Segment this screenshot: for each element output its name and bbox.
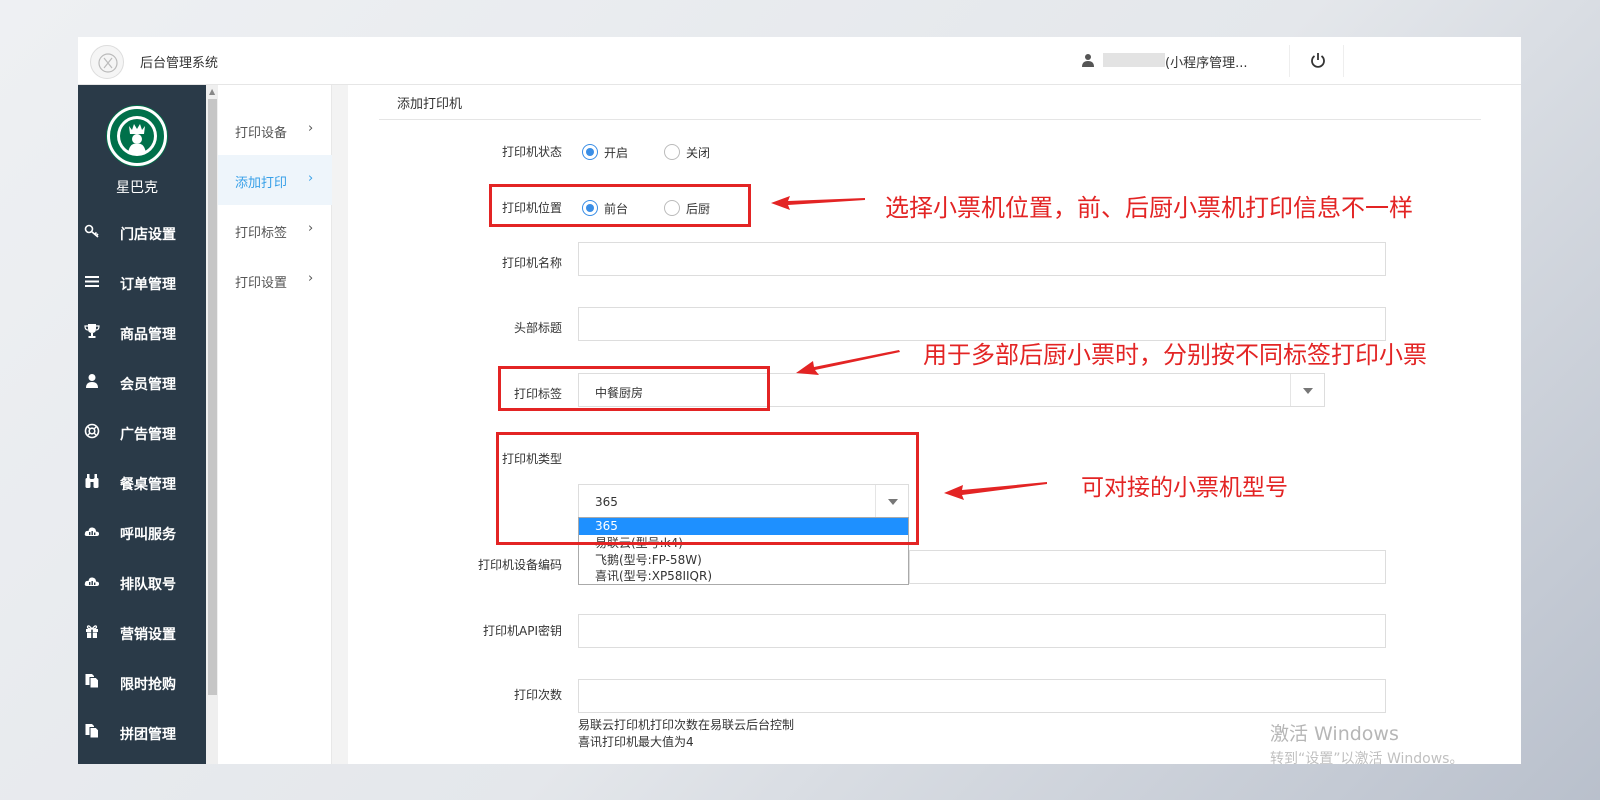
title-divider xyxy=(379,119,1481,120)
panel-gutter xyxy=(332,85,348,764)
sidebar-item-label: 餐桌管理 xyxy=(120,477,176,493)
sidebar-item-label: 营销设置 xyxy=(120,627,176,643)
sidebar: 星巴克 门店设置 订单管理 商品管理 会员管理 广告管理 餐桌管理 呼叫服务 排… xyxy=(78,85,206,764)
sidebar-item-call-service[interactable]: 呼叫服务 xyxy=(78,509,206,559)
sidebar-item-label: 会员管理 xyxy=(120,377,176,393)
sidebar-item-label: 呼叫服务 xyxy=(120,527,176,543)
sidebar-item-group-buy[interactable]: 拼团管理 xyxy=(78,709,206,759)
top-header: 后台管理系统 (小程序管理... xyxy=(78,37,1521,85)
sidebar-item-products[interactable]: 商品管理 xyxy=(78,309,206,359)
print-count-label: 打印次数 xyxy=(513,688,562,702)
status-label: 打印机状态 xyxy=(501,145,562,159)
sidebar-item-orders[interactable]: 订单管理 xyxy=(78,259,206,309)
chevron-right-icon: › xyxy=(308,221,314,236)
device-code-input[interactable] xyxy=(909,550,1386,584)
sidebar-item-label: 广告管理 xyxy=(120,427,176,443)
annotation-arrow xyxy=(796,350,900,375)
submenu-item-print-devices[interactable]: 打印设备 › xyxy=(218,105,332,155)
user-icon xyxy=(1082,54,1094,67)
annotation-tag-note: 用于多部后厨小票时，分别按不同标签打印小票 xyxy=(923,341,1427,369)
chevron-right-icon: › xyxy=(308,121,314,136)
brand-logo xyxy=(107,106,167,166)
api-key-label: 打印机API密钥 xyxy=(483,624,562,638)
sidebar-item-label: 限时抢购 xyxy=(120,677,176,693)
submenu-item-add-print[interactable]: 添加打印 › xyxy=(218,155,332,205)
sidebar-item-marketing[interactable]: 营销设置 xyxy=(78,609,206,659)
sidebar-item-label: 排队取号 xyxy=(120,577,176,593)
sidebar-item-flash-sale[interactable]: 限时抢购 xyxy=(78,659,206,709)
dropdown-option[interactable]: 喜讯(型号:XP58IIQR) xyxy=(579,568,908,585)
dropdown-option[interactable]: 飞鹅(型号:FP-58W) xyxy=(579,552,908,569)
sidebar-item-members[interactable]: 会员管理 xyxy=(78,359,206,409)
annotation-box-tag xyxy=(498,366,770,411)
sidebar-item-store-settings[interactable]: 门店设置 xyxy=(78,209,206,259)
power-icon[interactable] xyxy=(1310,52,1326,68)
header-divider xyxy=(1343,45,1344,77)
header-divider xyxy=(1289,45,1290,77)
app-title: 后台管理系统 xyxy=(140,56,219,71)
sidebar-item-label: 商品管理 xyxy=(120,327,176,343)
user-name[interactable]: (小程序管理... xyxy=(1165,52,1247,71)
app-window: 后台管理系统 (小程序管理... 星巴克 门店设置 订单管理 商品管理 会员管理… xyxy=(78,37,1521,764)
submenu-item-label: 打印标签 xyxy=(235,226,288,241)
sidebar-item-tables[interactable]: 餐桌管理 xyxy=(78,459,206,509)
windows-watermark: 激活 Windows xyxy=(1270,723,1399,745)
header-title-label: 头部标题 xyxy=(513,321,562,335)
chevron-right-icon: › xyxy=(308,171,314,186)
api-key-input[interactable] xyxy=(578,614,1386,648)
sidebar-item-label: 订单管理 xyxy=(120,277,176,293)
printer-name-input[interactable] xyxy=(578,242,1386,276)
print-count-input[interactable] xyxy=(578,679,1386,713)
sidebar-scroll-thumb[interactable] xyxy=(208,99,217,695)
status-on-radio[interactable] xyxy=(582,144,598,160)
submenu-item-label: 打印设置 xyxy=(235,276,288,291)
device-code-label: 打印机设备编码 xyxy=(477,558,562,572)
submenu: 打印设备 › 添加打印 › 打印标签 › 打印设置 › xyxy=(218,85,332,764)
page-title: 添加打印机 xyxy=(397,97,463,112)
annotation-position-note: 选择小票机位置，前、后厨小票机打印信息不一样 xyxy=(885,194,1413,222)
app-logo xyxy=(90,45,124,79)
sidebar-item-queue[interactable]: 排队取号 xyxy=(78,559,206,609)
annotation-box-type xyxy=(496,432,919,545)
annotation-arrow xyxy=(944,482,1047,500)
brand-name: 星巴克 xyxy=(116,180,158,196)
sidebar-item-ads[interactable]: 广告管理 xyxy=(78,409,206,459)
main-content: 添加打印机 打印机状态 开启 关闭 打印机位置 前台 后厨 打印机名称 头部标题… xyxy=(348,85,1521,764)
chevron-right-icon: › xyxy=(308,271,314,286)
submenu-item-label: 添加打印 xyxy=(235,176,288,191)
print-count-hint: 易联云打印机打印次数在易联云后台控制 xyxy=(578,718,795,732)
print-count-hint: 喜讯打印机最大值为4 xyxy=(578,735,694,749)
status-off-radio[interactable] xyxy=(664,144,680,160)
status-off-label: 关闭 xyxy=(686,146,711,160)
printer-name-label: 打印机名称 xyxy=(501,256,562,270)
annotation-type-note: 可对接的小票机型号 xyxy=(1081,475,1288,501)
scroll-up-icon[interactable]: ▲ xyxy=(209,87,215,96)
submenu-item-print-settings[interactable]: 打印设置 › xyxy=(218,255,332,305)
windows-watermark-sub: 转到“设置”以激活 Windows。 xyxy=(1270,751,1464,767)
chevron-down-icon[interactable] xyxy=(1290,374,1324,406)
sidebar-item-label: 拼团管理 xyxy=(120,727,176,743)
annotation-arrow xyxy=(771,196,865,210)
status-on-label: 开启 xyxy=(604,146,629,160)
user-avatar-blur xyxy=(1103,53,1165,67)
annotation-box-position xyxy=(489,184,751,227)
submenu-item-print-tags[interactable]: 打印标签 › xyxy=(218,205,332,255)
sidebar-item-label: 门店设置 xyxy=(120,227,176,243)
submenu-item-label: 打印设备 xyxy=(235,126,288,141)
